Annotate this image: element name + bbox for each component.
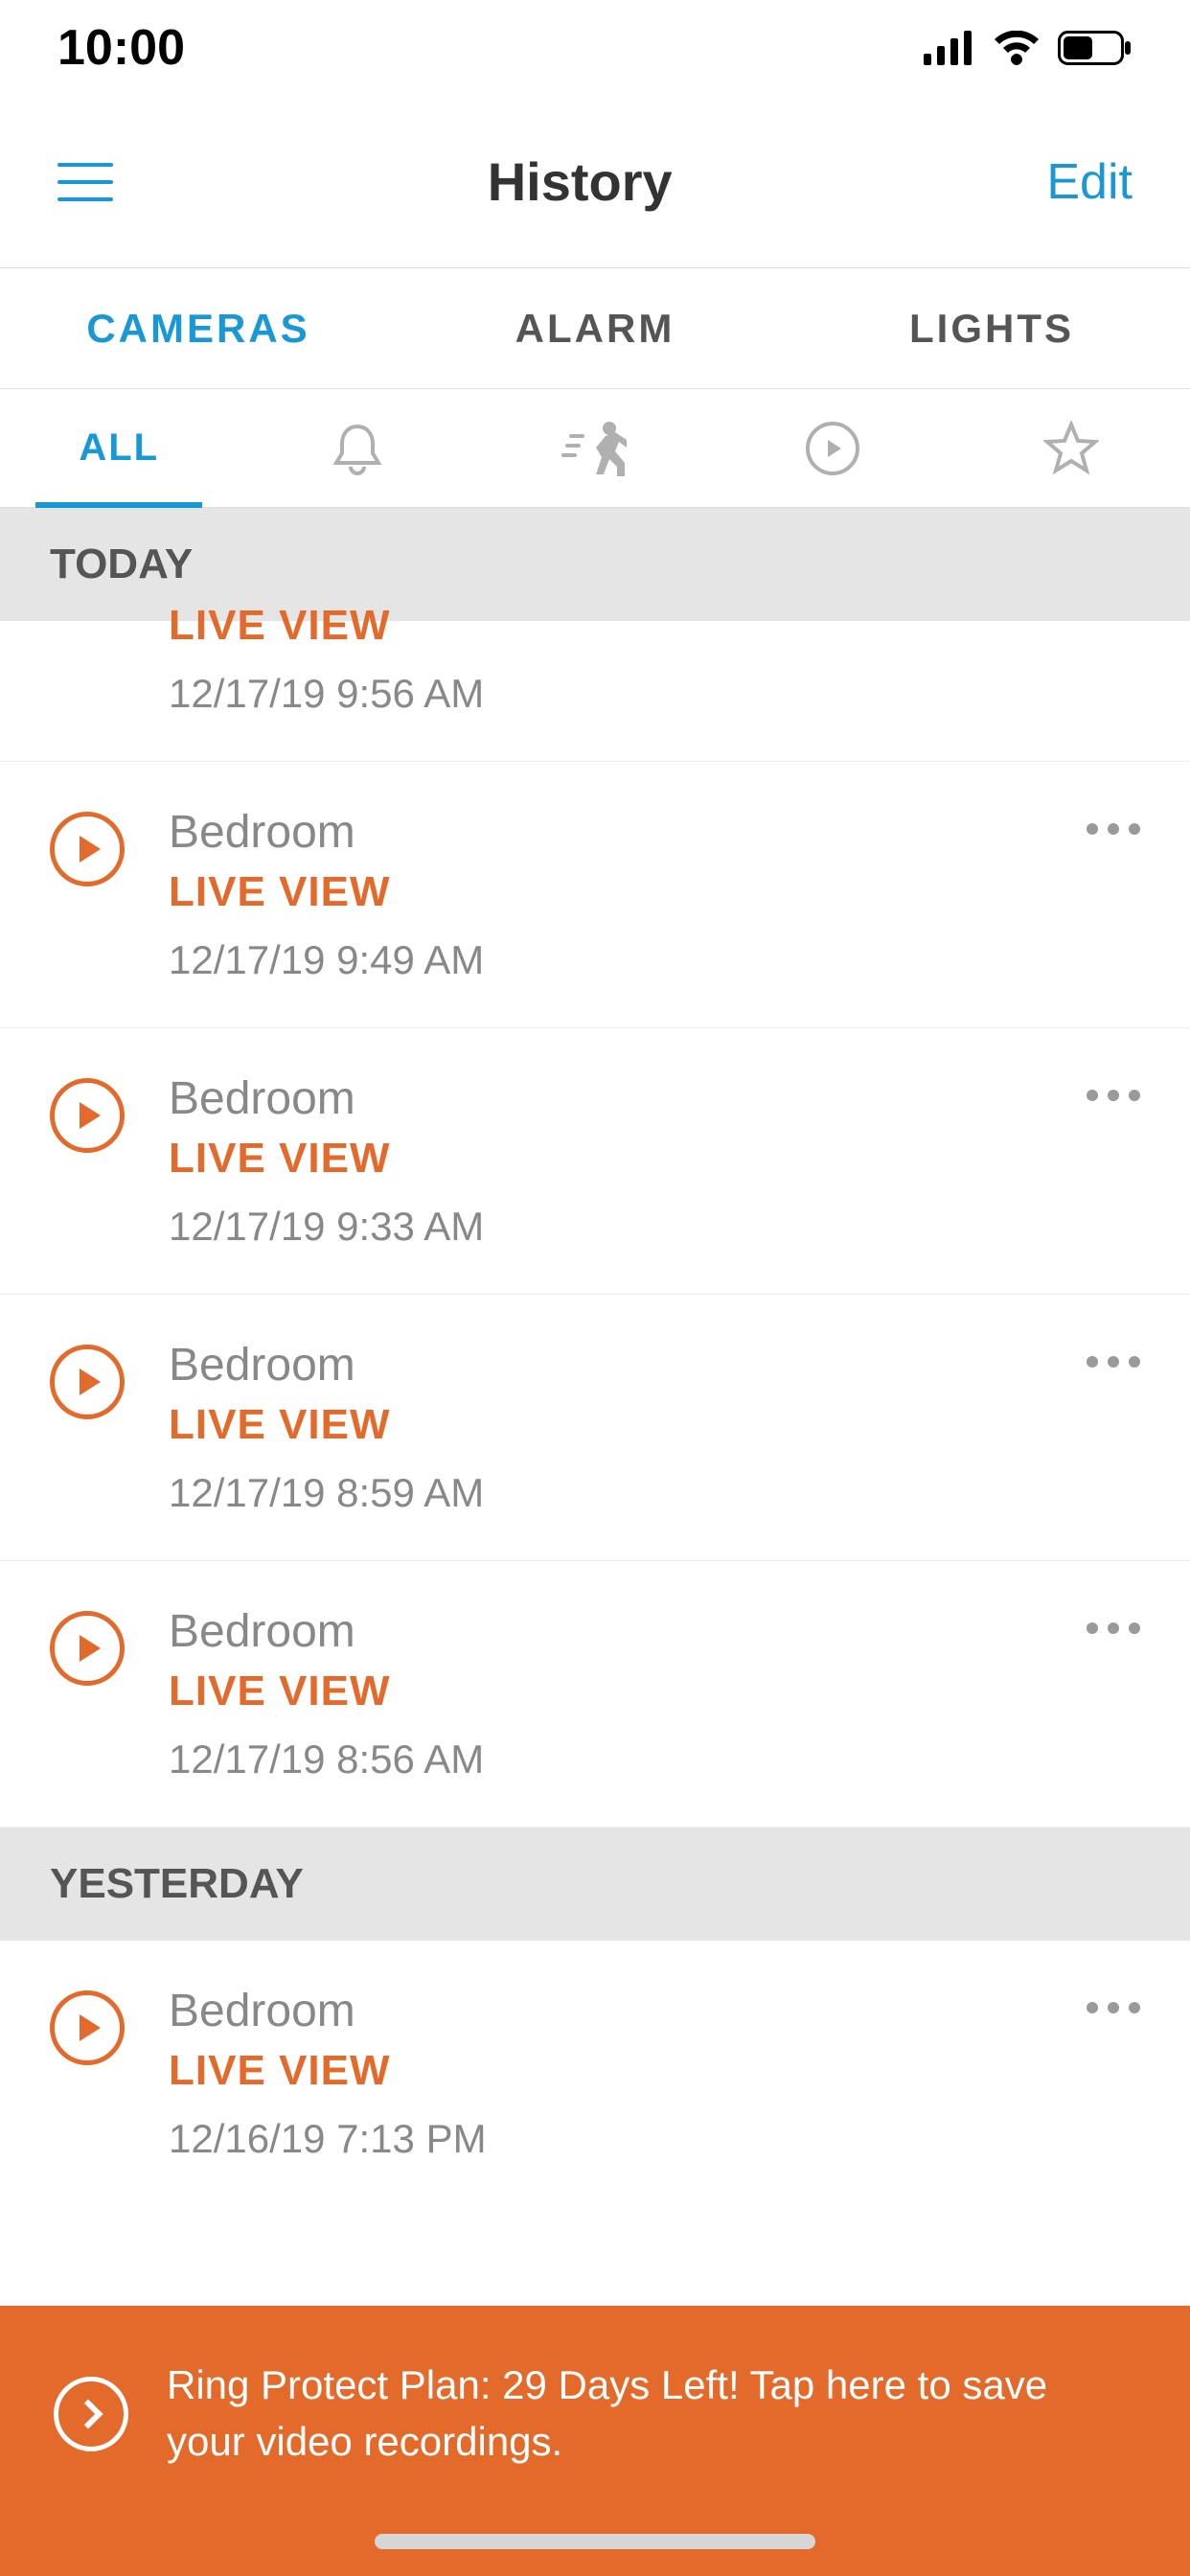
event-body: Bedroom LIVE VIEW 12/17/19 8:56 AM	[169, 1605, 1042, 1782]
filter-play[interactable]	[714, 389, 951, 507]
event-list-yesterday: Bedroom LIVE VIEW 12/16/19 7:13 PM	[0, 1941, 1190, 2206]
edit-button[interactable]: Edit	[1046, 153, 1133, 211]
event-row[interactable]: Bedroom LIVE VIEW 12/16/19 7:13 PM	[0, 1941, 1190, 2206]
menu-icon[interactable]	[57, 163, 113, 201]
filter-star[interactable]	[952, 389, 1190, 507]
event-title: Bedroom	[169, 1072, 1042, 1125]
event-row[interactable]: Bedroom LIVE VIEW 12/17/19 9:33 AM	[0, 1028, 1190, 1295]
event-row[interactable]: LIVE VIEW 12/17/19 9:56 AM	[0, 610, 1190, 762]
event-list-today: LIVE VIEW 12/17/19 9:56 AM Bedroom LIVE …	[0, 610, 1190, 1828]
status-time: 10:00	[57, 19, 185, 77]
event-live-label: LIVE VIEW	[169, 868, 1042, 916]
event-body: LIVE VIEW 12/17/19 9:56 AM	[169, 610, 1048, 717]
event-row[interactable]: Bedroom LIVE VIEW 12/17/19 8:56 AM	[0, 1561, 1190, 1828]
event-live-label: LIVE VIEW	[169, 2047, 1042, 2095]
event-live-label: LIVE VIEW	[169, 1135, 1042, 1183]
event-body: Bedroom LIVE VIEW 12/17/19 8:59 AM	[169, 1339, 1042, 1516]
event-title: Bedroom	[169, 1605, 1042, 1658]
event-timestamp: 12/17/19 9:49 AM	[169, 937, 1042, 983]
filter-all[interactable]: ALL	[0, 389, 238, 507]
event-timestamp: 12/17/19 9:56 AM	[169, 671, 1048, 717]
event-timestamp: 12/17/19 8:56 AM	[169, 1736, 1042, 1782]
section-yesterday: YESTERDAY	[0, 1828, 1190, 1941]
event-row[interactable]: Bedroom LIVE VIEW 12/17/19 8:59 AM	[0, 1295, 1190, 1561]
event-timestamp: 12/17/19 8:59 AM	[169, 1470, 1042, 1516]
event-title: Bedroom	[169, 806, 1042, 859]
event-row[interactable]: Bedroom LIVE VIEW 12/17/19 9:49 AM	[0, 762, 1190, 1028]
event-timestamp: 12/16/19 7:13 PM	[169, 2116, 1042, 2162]
more-icon[interactable]	[1087, 1622, 1140, 1634]
event-title: Bedroom	[169, 1339, 1042, 1392]
event-timestamp: 12/17/19 9:33 AM	[169, 1204, 1042, 1250]
tab-alarm[interactable]: ALARM	[397, 268, 793, 388]
banner-text: Ring Protect Plan: 29 Days Left! Tap her…	[167, 2358, 1136, 2471]
bell-icon	[332, 421, 383, 476]
battery-icon	[1058, 31, 1133, 65]
play-icon[interactable]	[50, 1345, 125, 1419]
event-live-label: LIVE VIEW	[169, 1401, 1042, 1449]
more-icon[interactable]	[1087, 823, 1140, 835]
event-body: Bedroom LIVE VIEW 12/17/19 9:33 AM	[169, 1072, 1042, 1250]
play-circle-icon	[805, 421, 860, 476]
page-title: History	[488, 150, 673, 213]
play-icon[interactable]	[50, 812, 125, 886]
cellular-icon	[924, 31, 975, 65]
home-indicator[interactable]	[375, 2534, 815, 2549]
tab-lights[interactable]: LIGHTS	[793, 268, 1190, 388]
top-tabs: CAMERAS ALARM LIGHTS	[0, 268, 1190, 389]
status-right	[924, 31, 1133, 65]
tab-cameras[interactable]: CAMERAS	[0, 268, 397, 388]
chevron-right-icon	[54, 2377, 128, 2451]
star-icon	[1043, 421, 1099, 476]
event-body: Bedroom LIVE VIEW 12/16/19 7:13 PM	[169, 1985, 1042, 2162]
more-icon[interactable]	[1087, 1356, 1140, 1368]
play-icon[interactable]	[50, 1990, 125, 2065]
filter-motion[interactable]	[476, 389, 714, 507]
event-live-label: LIVE VIEW	[169, 602, 1048, 650]
motion-icon	[561, 421, 629, 476]
filter-tabs: ALL	[0, 389, 1190, 508]
filter-all-label: ALL	[79, 426, 159, 470]
more-icon[interactable]	[1087, 2002, 1140, 2013]
play-icon[interactable]	[50, 1078, 125, 1153]
filter-bell[interactable]	[238, 389, 475, 507]
event-live-label: LIVE VIEW	[169, 1668, 1042, 1715]
more-icon[interactable]	[1087, 1090, 1140, 1101]
event-title: Bedroom	[169, 1985, 1042, 2037]
wifi-icon	[993, 31, 1041, 65]
play-icon[interactable]	[50, 1611, 125, 1686]
status-bar: 10:00	[0, 0, 1190, 96]
event-body: Bedroom LIVE VIEW 12/17/19 9:49 AM	[169, 806, 1042, 983]
nav-bar: History Edit	[0, 96, 1190, 268]
